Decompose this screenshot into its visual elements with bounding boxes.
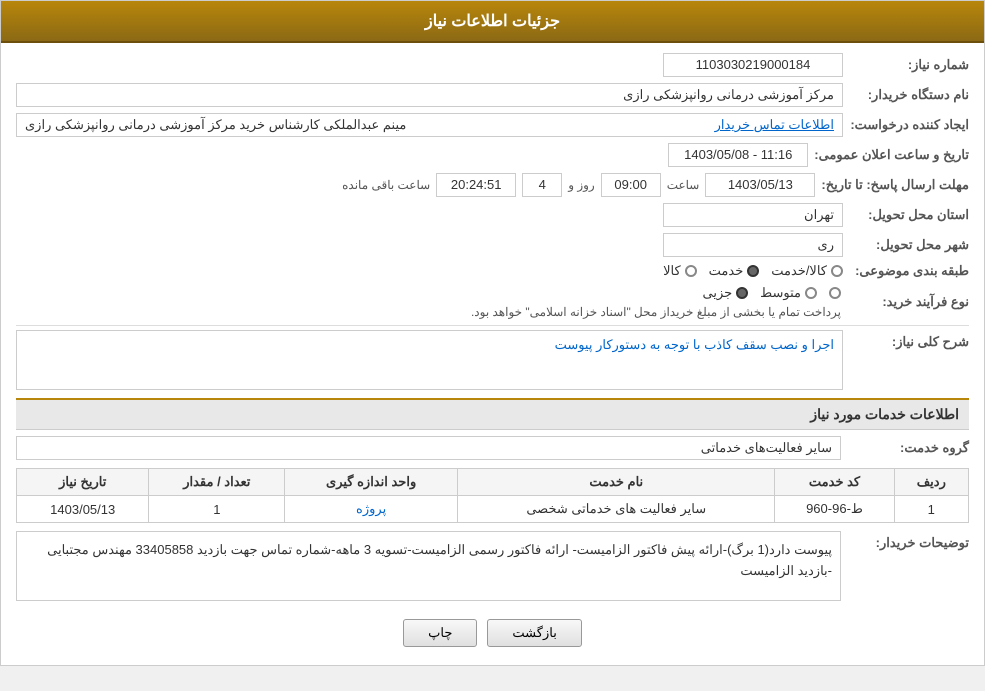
reply-deadline-label: مهلت ارسال پاسخ: تا تاریخ: bbox=[821, 177, 969, 193]
reply-time-value: 09:00 bbox=[601, 173, 661, 197]
purchaser-value: مرکز آموزشی درمانی روانپزشکی رازی bbox=[16, 83, 843, 107]
announce-date-label: تاریخ و ساعت اعلان عمومی: bbox=[814, 147, 969, 163]
city-label: شهر محل تحویل: bbox=[849, 237, 969, 253]
need-number-value: 1103030219000184 bbox=[663, 53, 843, 77]
remaining-label: ساعت باقی مانده bbox=[342, 178, 430, 192]
purchase-type-label: نوع فرآیند خرید: bbox=[849, 294, 969, 310]
category-option-kala-khadamat: کالا/خدمت bbox=[771, 263, 843, 279]
col-header-qty: تعداد / مقدار bbox=[149, 469, 285, 496]
category-kala-label: کالا bbox=[663, 263, 681, 279]
col-header-name: نام خدمت bbox=[458, 469, 775, 496]
reply-time-label: ساعت bbox=[667, 178, 700, 192]
col-header-row: ردیف bbox=[894, 469, 968, 496]
button-row: بازگشت چاپ bbox=[16, 607, 969, 655]
purchase-type-option-juzee: جزیی bbox=[702, 285, 748, 301]
announce-date-value: 1403/05/08 - 11:16 bbox=[668, 143, 808, 167]
city-value: ری bbox=[663, 233, 843, 257]
purchase-type-radio-juzee[interactable] bbox=[736, 287, 748, 299]
cell-name: سایر فعالیت های خدماتی شخصی bbox=[458, 496, 775, 523]
province-value: تهران bbox=[663, 203, 843, 227]
cell-unit: پروژه bbox=[285, 496, 458, 523]
service-info-title: اطلاعات خدمات مورد نیاز bbox=[16, 398, 969, 430]
category-radio-khadamat[interactable] bbox=[747, 265, 759, 277]
col-header-unit: واحد اندازه گیری bbox=[285, 469, 458, 496]
col-header-date: تاریخ نیاز bbox=[17, 469, 149, 496]
creator-label: ایجاد کننده درخواست: bbox=[849, 117, 969, 133]
category-kala-khadamat-label: کالا/خدمت bbox=[771, 263, 827, 279]
page-title: جزئیات اطلاعات نیاز bbox=[425, 13, 560, 30]
buyer-notes-value: پیوست دارد(1 برگ)-ارائه پیش فاکتور الزام… bbox=[16, 531, 841, 601]
cell-date: 1403/05/13 bbox=[17, 496, 149, 523]
category-radio-kala[interactable] bbox=[685, 265, 697, 277]
purchase-type-option-mutawasit: متوسط bbox=[760, 285, 817, 301]
contact-link[interactable]: اطلاعات تماس خریدار bbox=[715, 117, 834, 133]
need-description-value: اجرا و نصب سقف کاذب با توجه به دستورکار … bbox=[16, 330, 843, 390]
purchase-type-option-empty bbox=[829, 287, 841, 299]
purchase-type-mutawasit-label: متوسط bbox=[760, 285, 801, 301]
service-table: ردیف کد خدمت نام خدمت واحد اندازه گیری ت… bbox=[16, 468, 969, 523]
days-value: 4 bbox=[522, 173, 562, 197]
print-button[interactable]: چاپ bbox=[403, 619, 477, 647]
cell-row: 1 bbox=[894, 496, 968, 523]
category-option-kala: کالا bbox=[663, 263, 697, 279]
purchase-type-radio-empty[interactable] bbox=[829, 287, 841, 299]
purchase-type-radio-group: متوسط جزیی bbox=[16, 285, 841, 301]
province-label: استان محل تحویل: bbox=[849, 207, 969, 223]
category-label: طبقه بندی موضوعی: bbox=[849, 263, 969, 279]
category-radio-kala-khadamat[interactable] bbox=[831, 265, 843, 277]
service-group-value: سایر فعالیت‌های خدماتی bbox=[16, 436, 841, 460]
category-option-khadamat: خدمت bbox=[709, 263, 760, 279]
purchase-type-juzee-label: جزیی bbox=[702, 285, 732, 301]
cell-code: ط-96-960 bbox=[775, 496, 894, 523]
creator-text: مینم عبدالملکی کارشناس خرید مرکز آموزشی … bbox=[25, 117, 406, 133]
purchase-procedure-text: پرداخت تمام یا بخشی از مبلغ خریداز محل "… bbox=[16, 305, 841, 319]
category-khadamat-label: خدمت bbox=[709, 263, 744, 279]
purchaser-label: نام دستگاه خریدار: bbox=[849, 87, 969, 103]
remaining-time-value: 20:24:51 bbox=[436, 173, 516, 197]
table-row: 1 ط-96-960 سایر فعالیت های خدماتی شخصی پ… bbox=[17, 496, 969, 523]
purchase-type-radio-mutawasit[interactable] bbox=[805, 287, 817, 299]
col-header-code: کد خدمت bbox=[775, 469, 894, 496]
cell-qty: 1 bbox=[149, 496, 285, 523]
reply-date-value: 1403/05/13 bbox=[705, 173, 815, 197]
need-number-label: شماره نیاز: bbox=[849, 57, 969, 73]
buyer-notes-label: توضیحات خریدار: bbox=[849, 531, 969, 551]
need-description-label: شرح کلی نیاز: bbox=[849, 330, 969, 350]
page-header: جزئیات اطلاعات نیاز bbox=[1, 1, 984, 43]
days-label: روز و bbox=[568, 178, 595, 192]
category-radio-group: کالا/خدمت خدمت کالا bbox=[663, 263, 843, 279]
creator-value: اطلاعات تماس خریدار مینم عبدالملکی کارشن… bbox=[16, 113, 843, 137]
back-button[interactable]: بازگشت bbox=[487, 619, 581, 647]
service-group-label: گروه خدمت: bbox=[849, 440, 969, 456]
